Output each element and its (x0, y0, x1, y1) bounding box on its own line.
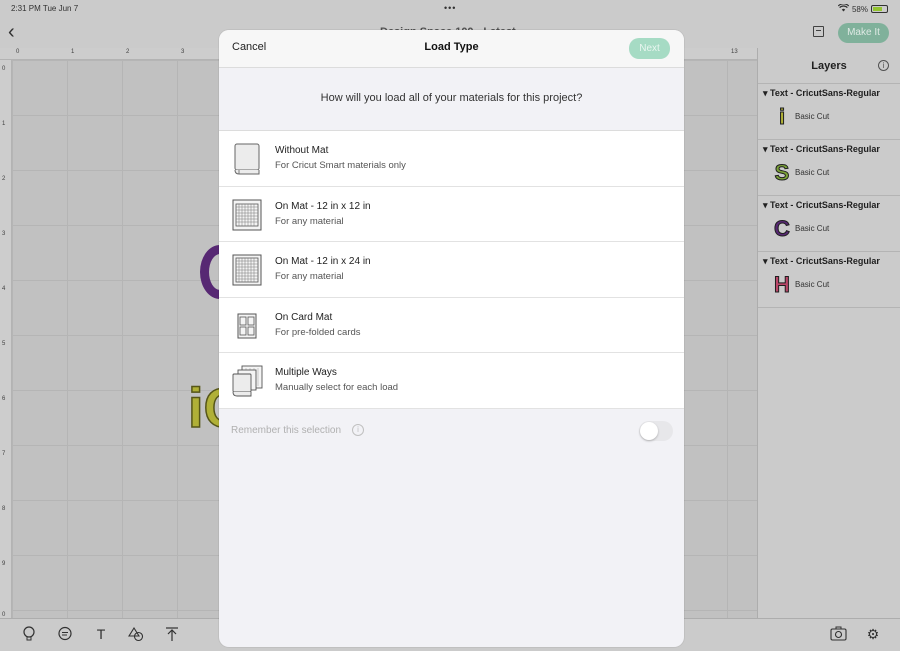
option-subtitle: Manually select for each load (275, 382, 399, 394)
next-button[interactable]: Next (629, 38, 670, 59)
option-subtitle: For Cricut Smart materials only (275, 160, 406, 171)
option-title: Multiple Ways (275, 367, 337, 379)
multiple-ways-icon (232, 365, 263, 397)
option-subtitle: For any material (275, 215, 344, 227)
remember-selection-row: Remember this selection i (219, 409, 684, 453)
roll-material-icon (232, 143, 262, 175)
dialog-title: Load Type (424, 41, 479, 53)
toggle-knob (640, 421, 658, 440)
option-title: Without Mat (275, 145, 329, 156)
dialog-question: How will you load all of your materials … (320, 92, 583, 104)
option-subtitle: For any material (275, 271, 344, 283)
remember-selection-label: Remember this selection (231, 424, 342, 436)
mat-grid-icon (232, 199, 262, 231)
option-title: On Mat - 12 in x 24 in (275, 256, 371, 268)
mat-grid-long-icon (232, 254, 262, 286)
option-card-mat[interactable]: On Card Mat For pre-folded cards (219, 298, 684, 354)
card-mat-icon (232, 310, 262, 342)
load-type-dialog: Cancel Load Type Next How will you load … (219, 30, 684, 647)
remember-selection-toggle[interactable] (639, 420, 673, 441)
option-without-mat[interactable]: Without Mat For Cricut Smart materials o… (219, 131, 684, 187)
dialog-header: Cancel Load Type Next (219, 30, 684, 68)
option-multiple-ways[interactable]: Multiple Ways Manually select for each l… (219, 353, 684, 409)
option-title: On Card Mat (275, 311, 333, 323)
info-icon[interactable]: i (352, 423, 364, 436)
option-subtitle: For pre-folded cards (275, 326, 361, 338)
option-mat-12x12[interactable]: On Mat - 12 in x 12 in For any material (219, 187, 684, 243)
option-mat-12x24[interactable]: On Mat - 12 in x 24 in For any material (219, 242, 684, 298)
option-title: On Mat - 12 in x 12 in (275, 200, 371, 212)
load-type-options: Without Mat For Cricut Smart materials o… (219, 130, 684, 409)
